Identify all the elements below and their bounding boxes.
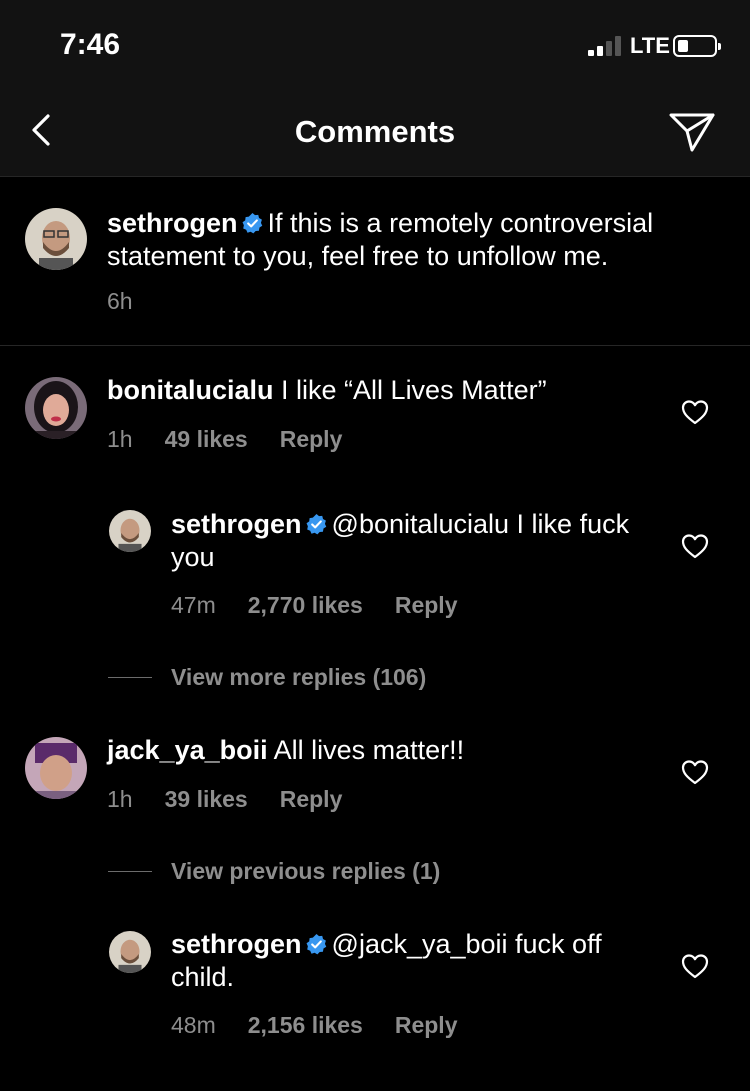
heart-icon[interactable] [680,952,710,980]
timestamp: 47m [171,592,216,618]
reply-button[interactable]: Reply [280,426,343,452]
network-label: LTE [630,33,670,58]
reply-button[interactable]: Reply [395,592,458,618]
comment-meta: 1h 49 likes Reply [107,426,342,453]
post-caption: sethrogen If this is a remotely controve… [0,177,750,346]
avatar[interactable] [25,377,87,439]
verified-icon [306,513,326,535]
comment-text: I like “All Lives Matter” [281,375,547,405]
status-time: 7:46 [60,28,121,61]
timestamp: 1h [107,426,133,452]
send-button[interactable] [666,108,718,156]
comment-text-block: bonitalucialu I like “All Lives Matter” [107,374,667,407]
likes-count[interactable]: 39 likes [165,786,248,812]
username[interactable]: jack_ya_boii [107,735,268,765]
page-title: Comments [294,114,456,149]
heart-icon[interactable] [680,758,710,786]
send-icon [669,113,715,152]
signal-icon [588,36,624,56]
battery-icon [673,35,721,57]
caption-text-block: sethrogen If this is a remotely controve… [107,207,727,273]
timestamp: 1h [107,786,133,812]
heart-icon[interactable] [680,398,710,426]
nav-bar: Comments [0,90,750,177]
reply-button[interactable]: Reply [280,786,343,812]
reply-meta: 47m 2,770 likes Reply [171,592,458,619]
status-bar: 7:46 LTE [0,0,750,90]
reply-text-block: sethrogen @bonitalucialu I like fuck you [171,508,651,574]
view-more-replies-button[interactable]: View more replies (106) [108,664,426,691]
likes-count[interactable]: 2,156 likes [248,1012,363,1038]
reply-button[interactable]: Reply [395,1012,458,1038]
avatar[interactable] [109,510,151,552]
heart-icon[interactable] [680,532,710,560]
caption-meta: 6h [107,288,133,315]
verified-icon [306,933,326,955]
username[interactable]: sethrogen [171,929,302,959]
username[interactable]: sethrogen [107,208,238,238]
avatar[interactable] [25,208,87,270]
comment-meta: 1h 39 likes Reply [107,786,342,813]
reply-text-block: sethrogen @jack_ya_boii fuck off child. [171,928,651,994]
view-more-replies-label: View more replies (106) [171,664,427,690]
divider-line [108,871,152,872]
view-previous-replies-button[interactable]: View previous replies (1) [108,858,440,885]
comment-text-block: jack_ya_boii All lives matter!! [107,734,667,767]
reply-meta: 48m 2,156 likes Reply [171,1012,458,1039]
likes-count[interactable]: 2,770 likes [248,592,363,618]
username[interactable]: bonitalucialu [107,375,274,405]
timestamp: 48m [171,1012,216,1038]
likes-count[interactable]: 49 likes [165,426,248,452]
divider-line [108,677,152,678]
timestamp: 6h [107,288,133,314]
avatar[interactable] [25,737,87,799]
comment-text: All lives matter!! [273,735,465,765]
view-previous-replies-label: View previous replies (1) [171,858,441,884]
avatar[interactable] [109,931,151,973]
username[interactable]: sethrogen [171,509,302,539]
verified-icon [242,212,262,234]
